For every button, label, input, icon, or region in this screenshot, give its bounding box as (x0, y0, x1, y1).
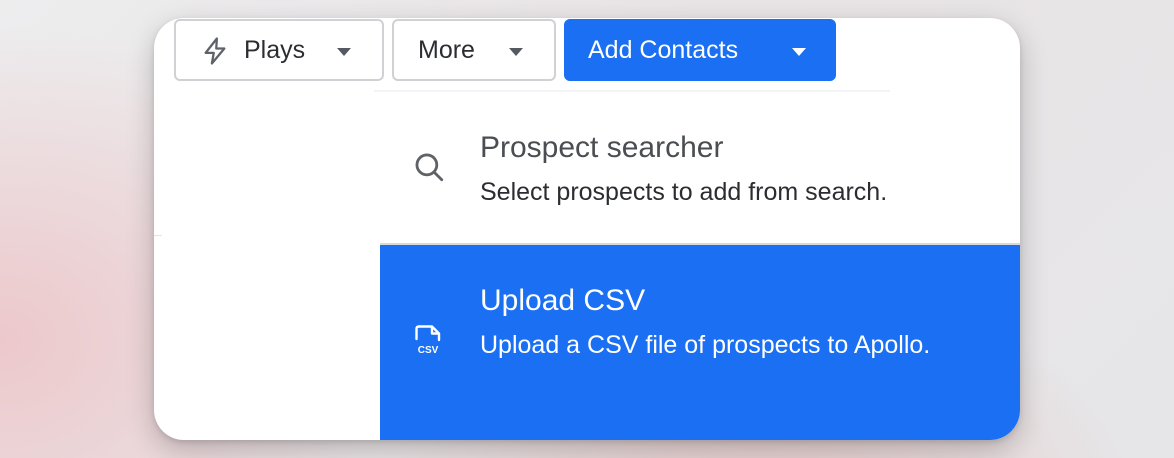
menu-item-title: Upload CSV (480, 284, 646, 317)
add-contacts-button-label: Add Contacts (588, 35, 739, 64)
plays-button[interactable]: Plays (174, 19, 384, 81)
search-icon (415, 153, 444, 182)
menu-item-description: Select prospects to add from search. (480, 178, 888, 206)
chevron-down-icon (337, 48, 351, 56)
menu-item-title: Prospect searcher (480, 131, 724, 164)
background-divider (154, 235, 162, 236)
menu-item-upload-csv[interactable]: CSV Upload CSV Upload a CSV file of pros… (380, 245, 1020, 440)
chevron-down-icon (509, 48, 523, 56)
lightning-bolt-icon (204, 37, 226, 65)
menu-item-description: Upload a CSV file of prospects to Apollo… (480, 331, 931, 359)
menu-item-prospect-searcher[interactable]: Prospect searcher Select prospects to ad… (380, 92, 1020, 243)
csv-icon-text: CSV (418, 345, 439, 356)
add-contacts-dropdown: Prospect searcher Select prospects to ad… (380, 92, 1020, 440)
chevron-down-icon (792, 48, 806, 56)
add-contacts-button[interactable]: Add Contacts (564, 19, 836, 81)
more-button[interactable]: More (392, 19, 556, 81)
csv-file-icon: CSV (415, 325, 441, 356)
app-window: Plays More Add Contacts Prospect searche… (154, 18, 1020, 440)
more-button-label: More (418, 35, 475, 64)
plays-button-label: Plays (244, 35, 306, 64)
